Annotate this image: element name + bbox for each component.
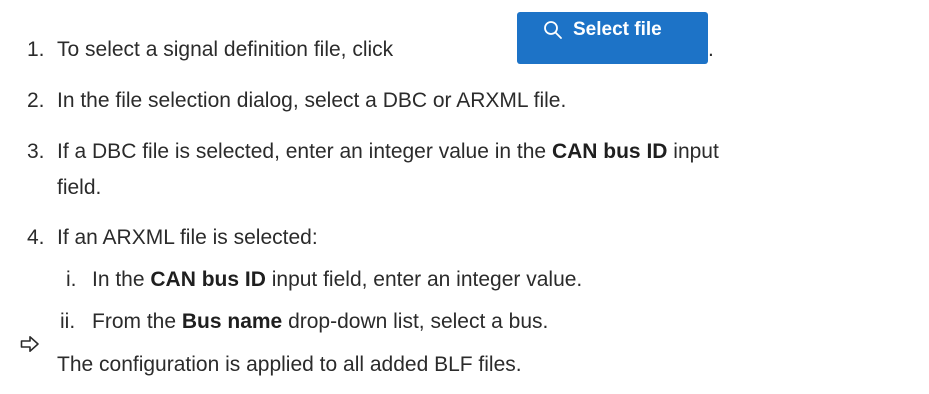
result-arrow-icon: [20, 336, 39, 352]
ui-term: CAN bus ID: [551, 140, 668, 163]
step-text: To select a signal definition file, clic…: [57, 38, 394, 61]
step-text: If an ARXML file is selected:: [57, 226, 318, 249]
search-icon: [544, 21, 562, 39]
result-text: The configuration is applied to all adde…: [57, 353, 522, 376]
step-text-continuation: field.: [57, 176, 102, 199]
step-number: 3.: [27, 140, 45, 163]
step-period: .: [708, 38, 714, 61]
ui-term: Bus name: [181, 310, 283, 333]
substep-text: From the Bus name drop-down list, select…: [92, 310, 549, 333]
substep-number: ii.: [60, 310, 76, 333]
step-number: 2.: [27, 89, 45, 112]
step-number: 1.: [27, 38, 45, 61]
step-number: 4.: [27, 226, 45, 249]
select-file-button[interactable]: Select file: [517, 12, 708, 64]
substep-text: In the CAN bus ID input field, enter an …: [92, 268, 583, 291]
step-text: In the file selection dialog, select a D…: [57, 89, 567, 112]
step-text: If a DBC file is selected, enter an inte…: [57, 140, 719, 163]
select-file-label: Select file: [573, 19, 662, 40]
ui-term: CAN bus ID: [150, 268, 266, 291]
substep-number: i.: [66, 268, 77, 291]
